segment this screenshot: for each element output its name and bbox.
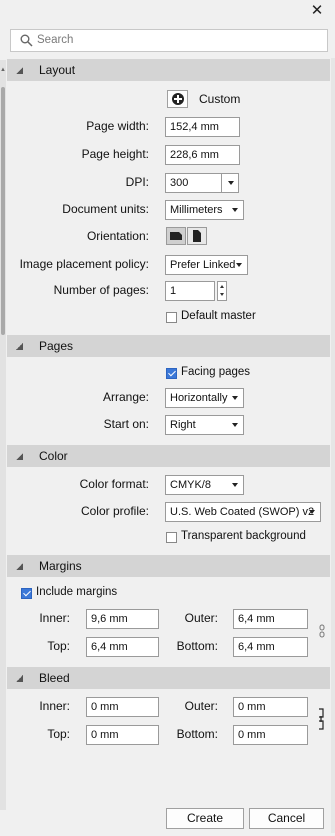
chevron-down-icon	[232, 208, 238, 212]
section-title: Pages	[39, 339, 74, 353]
bleed-bottom-label: Bottom:	[176, 727, 218, 741]
color-format-value: CMYK/8	[170, 479, 211, 491]
scrollbar-thumb[interactable]	[1, 87, 5, 335]
bleed-outer-label: Outer:	[184, 699, 218, 713]
stepper-down-icon[interactable]	[220, 293, 224, 296]
cancel-button[interactable]: Cancel	[249, 808, 324, 829]
chevron-down-icon	[232, 396, 238, 400]
stepper-up-icon[interactable]	[220, 285, 224, 288]
section-header-margins[interactable]: Margins	[7, 555, 330, 577]
collapse-triangle-icon	[16, 343, 23, 350]
page-height-label: Page height:	[81, 147, 149, 161]
dpi-select[interactable]: 300	[165, 173, 239, 193]
section-title: Margins	[39, 559, 82, 573]
section-title: Layout	[39, 63, 76, 77]
transparent-background-checkbox[interactable]	[166, 532, 177, 543]
margin-top-label: Top:	[47, 639, 70, 653]
margin-bottom-label: Bottom:	[176, 639, 218, 653]
image-placement-value: Prefer Linked	[170, 259, 236, 271]
arrange-value: Horizontally	[170, 392, 228, 404]
collapse-triangle-icon	[16, 563, 23, 570]
orientation-portrait-button[interactable]	[187, 227, 207, 245]
start-on-label: Start on:	[103, 417, 149, 431]
close-icon[interactable]: ✕	[309, 3, 325, 19]
bleed-outer-field[interactable]: 0 mm	[233, 697, 308, 717]
orientation-landscape-button[interactable]	[166, 227, 186, 245]
default-master-checkbox[interactable]	[166, 312, 177, 323]
bleed-top-label: Top:	[47, 727, 70, 741]
chevron-down-icon	[232, 423, 238, 427]
bleed-inner-field[interactable]: 0 mm	[86, 697, 159, 717]
start-on-value: Right	[170, 419, 196, 431]
page-width-label: Page width:	[86, 119, 149, 133]
color-profile-value: U.S. Web Coated (SWOP) v2	[170, 506, 315, 518]
margin-top-field[interactable]: 6,4 mm	[86, 637, 159, 657]
number-of-pages-field[interactable]: 1	[165, 281, 215, 301]
document-units-value: Millimeters	[170, 204, 223, 216]
portrait-page-icon	[193, 230, 201, 242]
collapse-triangle-icon	[16, 67, 23, 74]
color-profile-select[interactable]: U.S. Web Coated (SWOP) v2	[165, 502, 321, 522]
number-of-pages-stepper[interactable]	[217, 281, 227, 301]
landscape-page-icon	[170, 232, 182, 240]
chevron-down-icon	[236, 263, 242, 267]
plus-circle-icon	[172, 93, 184, 105]
add-preset-button[interactable]	[167, 90, 188, 108]
page-height-field[interactable]: 228,6 mm	[165, 145, 240, 165]
dpi-value: 300	[170, 177, 189, 189]
chevron-down-icon	[228, 181, 234, 185]
collapse-triangle-icon	[16, 675, 23, 682]
section-header-bleed[interactable]: Bleed	[7, 667, 330, 689]
search-icon	[20, 34, 33, 47]
page-width-field[interactable]: 152,4 mm	[165, 117, 240, 137]
unlinked-chain-icon[interactable]	[318, 624, 326, 638]
image-placement-select[interactable]: Prefer Linked	[165, 255, 248, 275]
number-of-pages-label: Number of pages:	[53, 283, 149, 297]
document-units-select[interactable]: Millimeters	[165, 200, 244, 220]
collapse-triangle-icon	[16, 453, 23, 460]
color-profile-label: Color profile:	[80, 504, 149, 518]
scroll-up-arrow-icon[interactable]: ▲	[0, 66, 6, 74]
chevron-down-icon	[232, 483, 238, 487]
image-placement-label: Image placement policy:	[19, 257, 149, 271]
color-format-select[interactable]: CMYK/8	[165, 475, 244, 495]
create-button[interactable]: Create	[166, 808, 244, 829]
preset-label: Custom	[199, 92, 241, 106]
include-margins-label: Include margins	[36, 586, 118, 598]
document-units-label: Document units:	[62, 202, 149, 216]
bleed-bottom-field[interactable]: 0 mm	[233, 725, 308, 745]
orientation-label: Orientation:	[86, 229, 149, 243]
transparent-background-label: Transparent background	[181, 530, 306, 542]
panel-edge	[331, 58, 335, 833]
margin-inner-label: Inner:	[39, 611, 70, 625]
bleed-top-field[interactable]: 0 mm	[86, 725, 159, 745]
section-title: Bleed	[39, 671, 70, 685]
margin-bottom-field[interactable]: 6,4 mm	[233, 637, 308, 657]
margin-inner-field[interactable]: 9,6 mm	[86, 609, 159, 629]
chevron-down-icon	[309, 510, 315, 514]
margin-outer-field[interactable]: 6,4 mm	[233, 609, 308, 629]
color-format-label: Color format:	[79, 477, 149, 491]
section-title: Color	[39, 449, 68, 463]
search-placeholder: Search	[37, 34, 74, 46]
facing-pages-checkbox[interactable]	[166, 368, 177, 379]
linked-chain-icon[interactable]	[317, 708, 326, 730]
arrange-label: Arrange:	[102, 390, 149, 404]
dpi-dropdown[interactable]	[221, 174, 238, 192]
search-input[interactable]: Search	[10, 29, 328, 52]
section-header-pages[interactable]: Pages	[7, 335, 330, 357]
bleed-inner-label: Inner:	[39, 699, 70, 713]
include-margins-checkbox[interactable]	[21, 588, 32, 599]
section-header-color[interactable]: Color	[7, 445, 330, 467]
facing-pages-label: Facing pages	[181, 366, 251, 378]
arrange-select[interactable]: Horizontally	[165, 388, 244, 408]
margin-outer-label: Outer:	[184, 611, 218, 625]
start-on-select[interactable]: Right	[165, 415, 244, 435]
default-master-label: Default master	[181, 310, 256, 322]
section-header-layout[interactable]: Layout	[7, 59, 330, 81]
dpi-label: DPI:	[125, 175, 149, 189]
